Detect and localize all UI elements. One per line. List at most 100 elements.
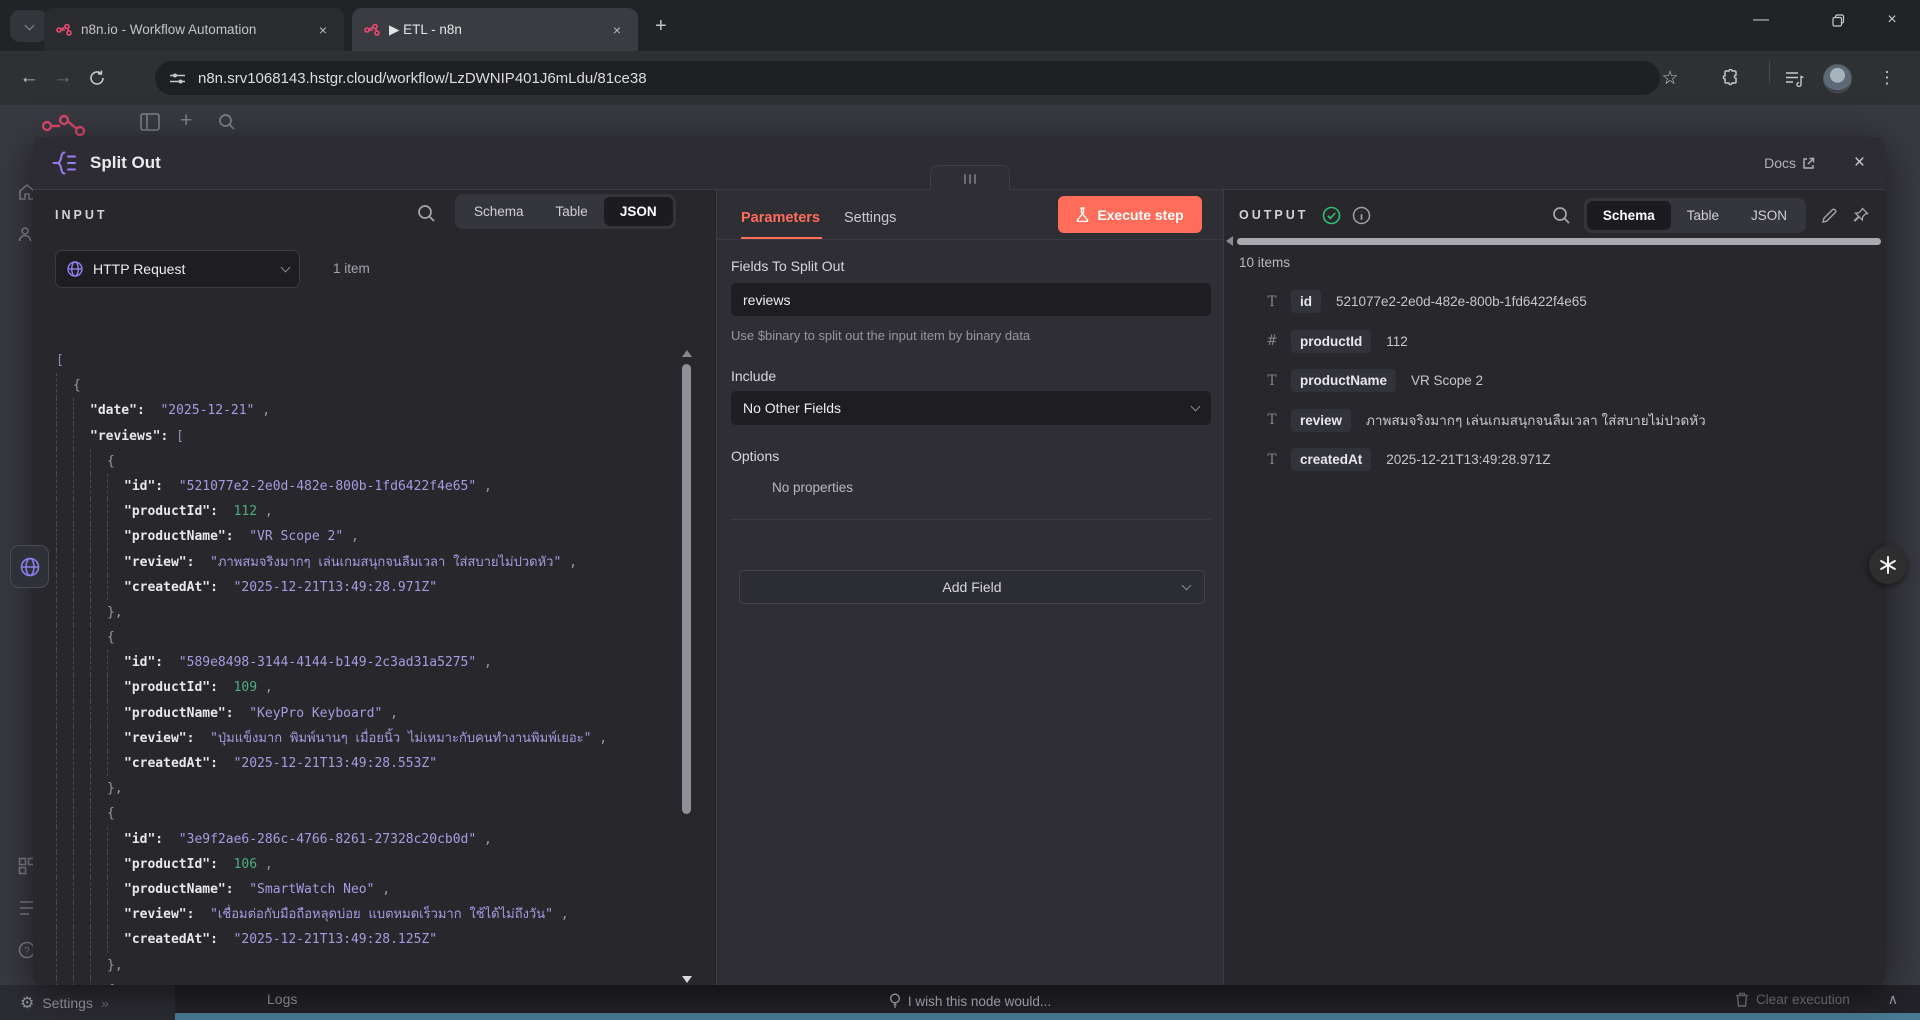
json-code-line: "productName": "SmartWatch Neo" , bbox=[33, 877, 673, 902]
scrollbar-thumb[interactable] bbox=[682, 364, 691, 814]
window-close-button[interactable]: × bbox=[1864, 0, 1920, 40]
json-code-line: { bbox=[33, 373, 673, 398]
n8n-logo bbox=[42, 113, 86, 139]
output-search-icon[interactable] bbox=[1552, 206, 1571, 225]
include-select[interactable]: No Other Fields bbox=[731, 391, 1211, 425]
reload-button[interactable] bbox=[80, 61, 114, 95]
restore-icon bbox=[1832, 14, 1845, 27]
json-code: [{"date": "2025-12-21" ,"reviews": [{"id… bbox=[33, 348, 673, 985]
json-code-line: "productId": 106 , bbox=[33, 852, 673, 877]
output-field-name[interactable]: id bbox=[1291, 290, 1321, 313]
output-field-row[interactable]: TproductNameVR Scope 2 bbox=[1264, 361, 1483, 400]
canvas-search-icon[interactable] bbox=[218, 113, 236, 131]
scroll-down-icon[interactable] bbox=[682, 976, 692, 983]
output-field-value: ภาพสมจริงมากๆ เล่นเกมสนุกจนลืมเวลา ใส่สบ… bbox=[1366, 409, 1706, 431]
tab-search-button[interactable] bbox=[10, 10, 48, 42]
success-check-icon bbox=[1322, 206, 1341, 225]
tab-parameters[interactable]: Parameters bbox=[741, 210, 820, 226]
output-field-name[interactable]: createdAt bbox=[1291, 448, 1371, 471]
include-label: Include bbox=[731, 368, 776, 384]
input-node-selector[interactable]: HTTP Request bbox=[55, 250, 300, 288]
output-tab-json[interactable]: JSON bbox=[1735, 201, 1803, 230]
output-panel: OUTPUT Schema Table JSON bbox=[1224, 190, 1885, 985]
browser-tab-1[interactable]: n8n.io - Workflow Automation × bbox=[44, 8, 344, 51]
clear-execution-button[interactable]: Clear execution bbox=[1735, 992, 1850, 1007]
tab-close-icon[interactable]: × bbox=[314, 20, 332, 40]
node-details-modal: Split Out Docs × INPUT Schema Table JSON bbox=[33, 137, 1885, 985]
svg-text:?: ? bbox=[24, 946, 30, 957]
tab-settings[interactable]: Settings bbox=[844, 210, 896, 226]
forward-button[interactable]: → bbox=[46, 61, 80, 95]
input-tab-json[interactable]: JSON bbox=[604, 197, 673, 226]
profile-button[interactable] bbox=[1820, 61, 1854, 95]
expand-logs-icon[interactable]: ∧ bbox=[1888, 991, 1898, 1008]
fields-to-split-label: Fields To Split Out bbox=[731, 258, 844, 274]
browser-menu-button[interactable]: ⋮ bbox=[1872, 61, 1902, 95]
output-view-switcher: Schema Table JSON bbox=[1584, 198, 1806, 233]
external-link-icon bbox=[1802, 157, 1815, 170]
output-tab-table[interactable]: Table bbox=[1671, 201, 1735, 230]
input-tab-table[interactable]: Table bbox=[540, 197, 604, 226]
json-code-line: "date": "2025-12-21" , bbox=[33, 398, 673, 423]
sidebar-toggle-icon[interactable] bbox=[140, 113, 160, 131]
json-code-line: { bbox=[33, 625, 673, 650]
feedback-link[interactable]: I wish this node would... bbox=[717, 993, 1223, 1009]
info-icon[interactable] bbox=[1352, 206, 1371, 225]
window-maximize-button[interactable] bbox=[1810, 0, 1866, 40]
extensions-button[interactable] bbox=[1714, 61, 1748, 95]
input-node-button[interactable] bbox=[10, 545, 49, 588]
output-field-name[interactable]: review bbox=[1291, 409, 1351, 432]
docs-link[interactable]: Docs bbox=[1764, 155, 1815, 171]
output-field-row[interactable]: #productId112 bbox=[1264, 322, 1408, 361]
json-code-line: "productId": 112 , bbox=[33, 499, 673, 524]
options-divider bbox=[731, 519, 1211, 520]
sidebar-settings-item[interactable]: ⚙ Settings » bbox=[0, 985, 175, 1020]
scroll-up-icon[interactable] bbox=[682, 350, 692, 357]
fields-hint: Use $binary to split out the input item … bbox=[731, 328, 1030, 343]
address-bar[interactable]: n8n.srv1068143.hstgr.cloud/workflow/LzDW… bbox=[155, 61, 1660, 95]
scrollbar-thumb[interactable] bbox=[1237, 238, 1881, 245]
chevron-down-icon bbox=[24, 20, 34, 30]
output-field-row[interactable]: TcreatedAt2025-12-21T13:49:28.971Z bbox=[1264, 440, 1551, 479]
json-code-line: "id": "589e8498-3144-4144-b149-2c3ad31a5… bbox=[33, 650, 673, 675]
output-horizontal-scrollbar[interactable] bbox=[1226, 237, 1881, 245]
no-properties-text: No properties bbox=[772, 480, 853, 495]
toolbar-divider bbox=[1769, 61, 1770, 83]
input-search-icon[interactable] bbox=[417, 204, 436, 223]
new-tab-button[interactable]: + bbox=[655, 16, 667, 36]
execute-step-button[interactable]: Execute step bbox=[1058, 196, 1202, 233]
output-field-value: 2025-12-21T13:49:28.971Z bbox=[1386, 452, 1550, 467]
input-scrollbar[interactable] bbox=[681, 350, 693, 983]
fields-to-split-input[interactable]: reviews bbox=[731, 283, 1211, 316]
json-code-line: { bbox=[33, 978, 673, 985]
panel-drag-handle[interactable] bbox=[930, 165, 1010, 191]
output-tab-schema[interactable]: Schema bbox=[1587, 201, 1671, 230]
output-panel-title: OUTPUT bbox=[1239, 208, 1308, 222]
pin-data-button[interactable] bbox=[1852, 207, 1869, 224]
avatar bbox=[1823, 64, 1852, 93]
add-node-icon[interactable]: + bbox=[180, 109, 192, 133]
chatgpt-extension-button[interactable] bbox=[1869, 546, 1907, 584]
json-code-line: { bbox=[33, 449, 673, 474]
window-minimize-button[interactable]: — bbox=[1733, 0, 1789, 40]
bookmark-button[interactable]: ☆ bbox=[1653, 61, 1687, 95]
browser-tab-2-active[interactable]: ▶ ETL - n8n × bbox=[352, 8, 638, 51]
tab-title: n8n.io - Workflow Automation bbox=[81, 22, 305, 37]
json-code-line: "review": "ภาพสมจริงมากๆ เล่นเกมสนุกจนลื… bbox=[33, 550, 673, 575]
output-field-row[interactable]: Tid521077e2-2e0d-482e-800b-1fd6422f4e65 bbox=[1264, 282, 1587, 321]
globe-icon bbox=[19, 556, 41, 578]
add-field-select[interactable]: Add Field bbox=[739, 570, 1205, 604]
scroll-left-icon[interactable] bbox=[1226, 236, 1233, 246]
back-button[interactable]: ← bbox=[12, 61, 46, 95]
media-controls-button[interactable] bbox=[1776, 61, 1812, 95]
modal-title: Split Out bbox=[90, 153, 161, 173]
output-field-row[interactable]: Treviewภาพสมจริงมากๆ เล่นเกมสนุกจนลืมเวล… bbox=[1264, 401, 1706, 440]
tab-close-icon[interactable]: × bbox=[608, 20, 626, 40]
output-field-name[interactable]: productName bbox=[1291, 369, 1396, 392]
output-field-name[interactable]: productId bbox=[1291, 330, 1371, 353]
input-panel: INPUT Schema Table JSON HTTP Request 1 i… bbox=[33, 190, 716, 985]
input-tab-schema[interactable]: Schema bbox=[458, 197, 540, 226]
puzzle-icon bbox=[1722, 69, 1740, 87]
edit-output-button[interactable] bbox=[1821, 207, 1838, 224]
modal-close-icon[interactable]: × bbox=[1854, 152, 1865, 174]
